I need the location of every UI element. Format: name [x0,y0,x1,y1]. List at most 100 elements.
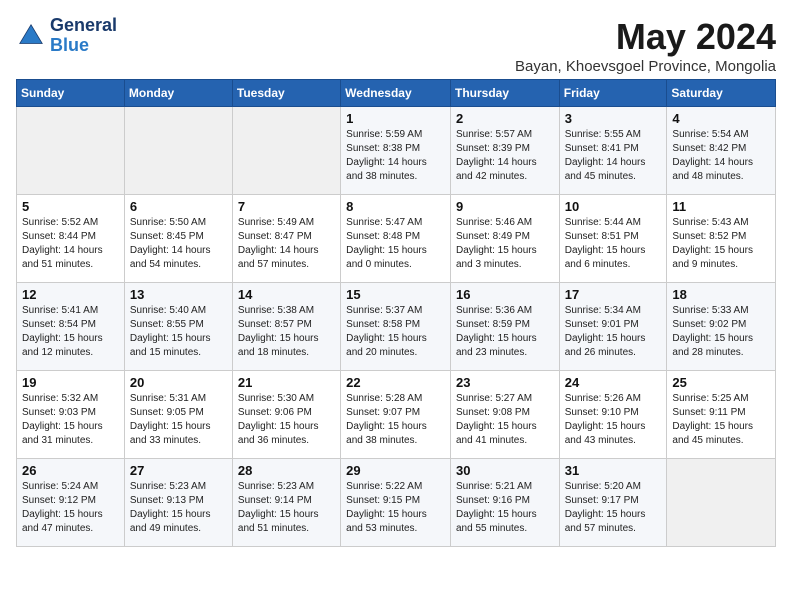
calendar-header: SundayMondayTuesdayWednesdayThursdayFrid… [17,80,776,107]
title-block: May 2024 Bayan, Khoevsgoel Province, Mon… [515,16,776,75]
calendar-cell: 8 Sunrise: 5:47 AM Sunset: 8:48 PM Daylig… [341,195,451,283]
calendar-cell: 19 Sunrise: 5:32 AM Sunset: 9:03 PM Dayli… [17,371,125,459]
day-info: Sunrise: 5:26 AM Sunset: 9:10 PM Dayligh… [565,392,662,448]
day-info: Sunrise: 5:27 AM Sunset: 9:08 PM Dayligh… [456,392,554,448]
calendar-cell [17,107,125,195]
logo-icon [16,21,46,51]
day-info: Sunrise: 5:28 AM Sunset: 9:07 PM Dayligh… [346,392,445,448]
calendar-week-row: 5Sunrise: 5:52 AM Sunset: 8:44 PM Daylig… [17,195,776,283]
calendar-cell: 29 Sunrise: 5:22 AM Sunset: 9:15 PM Dayli… [341,459,451,547]
calendar-cell [667,459,776,547]
calendar-cell: 10 Sunrise: 5:44 AM Sunset: 8:51 PM Dayli… [559,195,667,283]
location-subtitle: Bayan, Khoevsgoel Province, Mongolia [515,58,776,75]
weekday-row: SundayMondayTuesdayWednesdayThursdayFrid… [17,80,776,107]
day-number: 27 [130,463,227,478]
calendar-cell: 4 Sunrise: 5:54 AM Sunset: 8:42 PM Daylig… [667,107,776,195]
logo: General Blue [16,16,117,56]
month-title: May 2024 [515,16,776,58]
day-info: Sunrise: 5:59 AM Sunset: 8:38 PM Dayligh… [346,128,445,184]
calendar-cell: 16Sunrise: 5:36 AM Sunset: 8:59 PM Dayli… [450,283,559,371]
day-number: 26 [22,463,119,478]
day-number: 4 [672,111,770,126]
weekday-header: Thursday [450,80,559,107]
day-info: Sunrise: 5:34 AM Sunset: 9:01 PM Dayligh… [565,304,662,360]
day-number: 16 [456,287,554,302]
calendar-cell: 21Sunrise: 5:30 AM Sunset: 9:06 PM Dayli… [232,371,340,459]
calendar-cell: 11Sunrise: 5:43 AM Sunset: 8:52 PM Dayli… [667,195,776,283]
day-number: 23 [456,375,554,390]
day-number: 31 [565,463,662,478]
day-info: Sunrise: 5:37 AM Sunset: 8:58 PM Dayligh… [346,304,445,360]
calendar-cell: 12 Sunrise: 5:41 AM Sunset: 8:54 PM Dayli… [17,283,125,371]
day-number: 17 [565,287,662,302]
day-number: 12 [22,287,119,302]
day-number: 20 [130,375,227,390]
day-info: Sunrise: 5:50 AM Sunset: 8:45 PM Dayligh… [130,216,227,272]
day-number: 18 [672,287,770,302]
day-number: 24 [565,375,662,390]
day-info: Sunrise: 5:20 AM Sunset: 9:17 PM Dayligh… [565,480,662,536]
calendar-cell: 9 Sunrise: 5:46 AM Sunset: 8:49 PM Daylig… [450,195,559,283]
day-info: Sunrise: 5:38 AM Sunset: 8:57 PM Dayligh… [238,304,335,360]
calendar-week-row: 19 Sunrise: 5:32 AM Sunset: 9:03 PM Dayli… [17,371,776,459]
calendar-cell: 31 Sunrise: 5:20 AM Sunset: 9:17 PM Dayli… [559,459,667,547]
day-number: 28 [238,463,335,478]
calendar-cell: 26 Sunrise: 5:24 AM Sunset: 9:12 PM Dayli… [17,459,125,547]
calendar-cell: 18Sunrise: 5:33 AM Sunset: 9:02 PM Dayli… [667,283,776,371]
day-number: 14 [238,287,335,302]
day-info: Sunrise: 5:22 AM Sunset: 9:15 PM Dayligh… [346,480,445,536]
calendar-cell: 1 Sunrise: 5:59 AM Sunset: 8:38 PM Daylig… [341,107,451,195]
day-info: Sunrise: 5:43 AM Sunset: 8:52 PM Dayligh… [672,216,770,272]
day-number: 19 [22,375,119,390]
day-info: Sunrise: 5:49 AM Sunset: 8:47 PM Dayligh… [238,216,335,272]
day-info: Sunrise: 5:46 AM Sunset: 8:49 PM Dayligh… [456,216,554,272]
day-number: 29 [346,463,445,478]
calendar-cell: 27 Sunrise: 5:23 AM Sunset: 9:13 PM Dayli… [124,459,232,547]
day-info: Sunrise: 5:41 AM Sunset: 8:54 PM Dayligh… [22,304,119,360]
calendar-cell: 2 Sunrise: 5:57 AM Sunset: 8:39 PM Daylig… [450,107,559,195]
day-info: Sunrise: 5:23 AM Sunset: 9:13 PM Dayligh… [130,480,227,536]
day-number: 2 [456,111,554,126]
day-number: 30 [456,463,554,478]
day-number: 6 [130,199,227,214]
day-info: Sunrise: 5:24 AM Sunset: 9:12 PM Dayligh… [22,480,119,536]
day-number: 7 [238,199,335,214]
calendar-cell: 24 Sunrise: 5:26 AM Sunset: 9:10 PM Dayli… [559,371,667,459]
weekday-header: Monday [124,80,232,107]
day-number: 9 [456,199,554,214]
calendar-week-row: 26 Sunrise: 5:24 AM Sunset: 9:12 PM Dayli… [17,459,776,547]
day-info: Sunrise: 5:54 AM Sunset: 8:42 PM Dayligh… [672,128,770,184]
calendar-cell: 6 Sunrise: 5:50 AM Sunset: 8:45 PM Daylig… [124,195,232,283]
day-number: 3 [565,111,662,126]
day-number: 22 [346,375,445,390]
day-number: 13 [130,287,227,302]
calendar-week-row: 1 Sunrise: 5:59 AM Sunset: 8:38 PM Daylig… [17,107,776,195]
calendar-cell: 23 Sunrise: 5:27 AM Sunset: 9:08 PM Dayli… [450,371,559,459]
weekday-header: Wednesday [341,80,451,107]
day-number: 8 [346,199,445,214]
calendar-cell: 20Sunrise: 5:31 AM Sunset: 9:05 PM Dayli… [124,371,232,459]
day-number: 10 [565,199,662,214]
weekday-header: Tuesday [232,80,340,107]
calendar-cell: 22 Sunrise: 5:28 AM Sunset: 9:07 PM Dayli… [341,371,451,459]
calendar-cell: 5Sunrise: 5:52 AM Sunset: 8:44 PM Daylig… [17,195,125,283]
calendar-cell [232,107,340,195]
calendar-cell: 30Sunrise: 5:21 AM Sunset: 9:16 PM Dayli… [450,459,559,547]
day-info: Sunrise: 5:47 AM Sunset: 8:48 PM Dayligh… [346,216,445,272]
day-info: Sunrise: 5:23 AM Sunset: 9:14 PM Dayligh… [238,480,335,536]
weekday-header: Saturday [667,80,776,107]
day-info: Sunrise: 5:44 AM Sunset: 8:51 PM Dayligh… [565,216,662,272]
day-number: 1 [346,111,445,126]
day-info: Sunrise: 5:25 AM Sunset: 9:11 PM Dayligh… [672,392,770,448]
calendar-cell: 28 Sunrise: 5:23 AM Sunset: 9:14 PM Dayli… [232,459,340,547]
logo-text: General Blue [50,16,117,56]
day-info: Sunrise: 5:57 AM Sunset: 8:39 PM Dayligh… [456,128,554,184]
calendar-cell: 7 Sunrise: 5:49 AM Sunset: 8:47 PM Daylig… [232,195,340,283]
day-info: Sunrise: 5:55 AM Sunset: 8:41 PM Dayligh… [565,128,662,184]
calendar-cell: 17 Sunrise: 5:34 AM Sunset: 9:01 PM Dayli… [559,283,667,371]
calendar-week-row: 12 Sunrise: 5:41 AM Sunset: 8:54 PM Dayli… [17,283,776,371]
day-info: Sunrise: 5:32 AM Sunset: 9:03 PM Dayligh… [22,392,119,448]
day-info: Sunrise: 5:30 AM Sunset: 9:06 PM Dayligh… [238,392,335,448]
calendar-body: 1 Sunrise: 5:59 AM Sunset: 8:38 PM Daylig… [17,107,776,547]
day-info: Sunrise: 5:52 AM Sunset: 8:44 PM Dayligh… [22,216,119,272]
